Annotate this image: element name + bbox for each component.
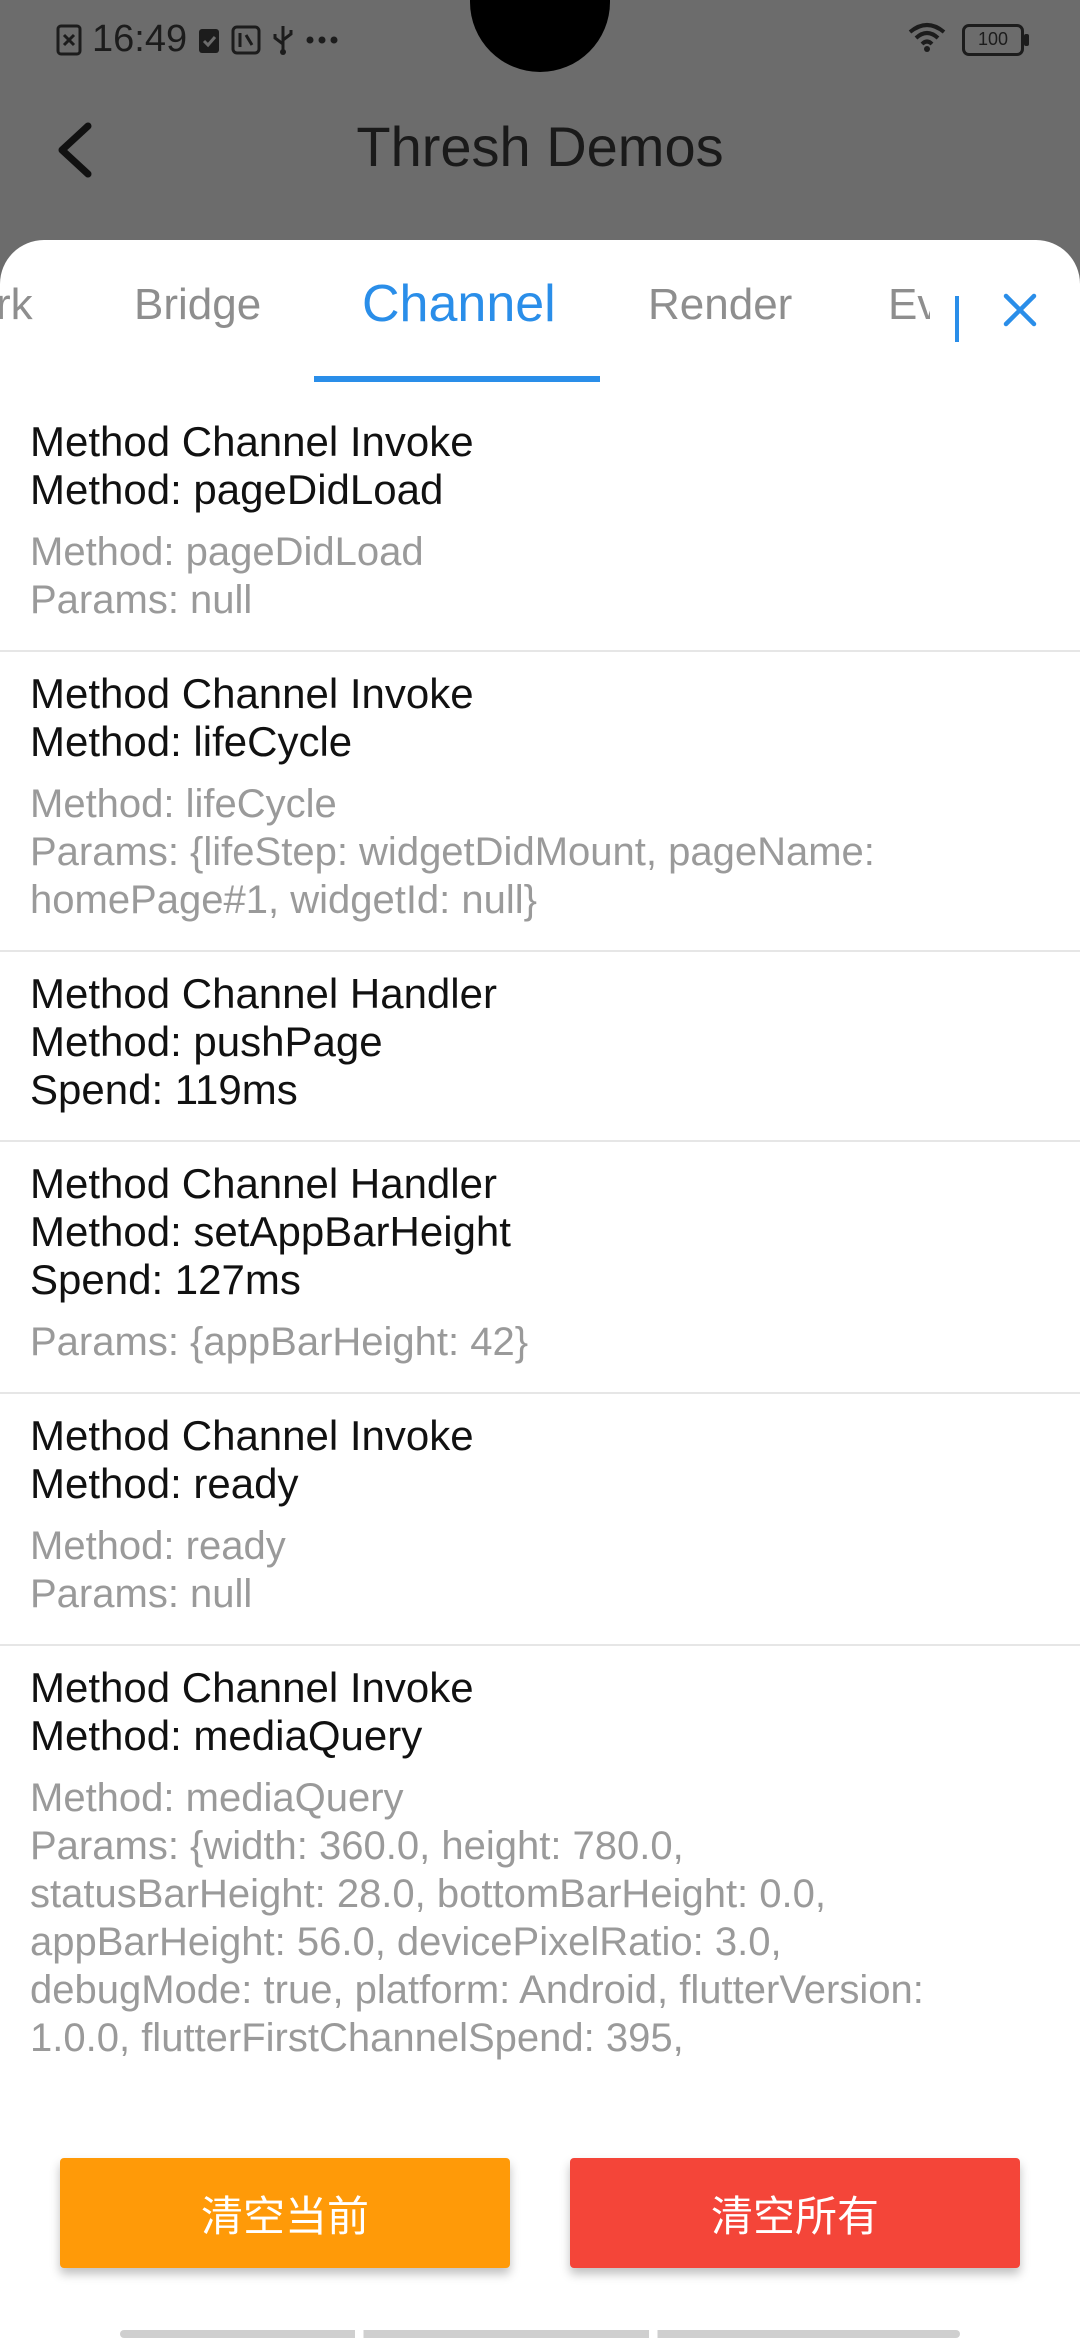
log-detail: Params: {appBarHeight: 42}	[30, 1320, 529, 1364]
log-detail: Method: pageDidLoad Params: null	[30, 530, 424, 622]
tab-channel[interactable]: Channel	[362, 274, 556, 334]
bottom-actions: 清空当前 清空所有	[0, 2140, 1080, 2340]
log-detail: Method: lifeCycle Params: {lifeStep: wid…	[30, 782, 875, 922]
camera-notch	[470, 0, 610, 72]
close-icon	[1003, 293, 1037, 327]
tab-indicator	[314, 376, 600, 382]
clear-all-button[interactable]: 清空所有	[570, 2158, 1020, 2268]
tab-bar: rk Bridge Channel Render Ev	[0, 240, 1080, 384]
log-title: Method Channel Handler Method: setAppBar…	[30, 1160, 511, 1303]
tab-bridge[interactable]: Bridge	[134, 280, 261, 330]
app-bar: Thresh Demos	[0, 84, 1080, 252]
wifi-icon	[908, 22, 946, 57]
debug-panel-sheet: rk Bridge Channel Render Ev Method Chann…	[0, 240, 1080, 2340]
clear-current-button[interactable]: 清空当前	[60, 2158, 510, 2268]
status-right: 100	[908, 22, 1029, 57]
status-left: 16:49	[56, 18, 339, 61]
close-button[interactable]	[996, 286, 1044, 334]
list-item[interactable]: Method Channel Invoke Method: mediaQuery…	[0, 1646, 1080, 2088]
list-item[interactable]: Method Channel Invoke Method: pageDidLoa…	[0, 400, 1080, 652]
list-item[interactable]: Method Channel Handler Method: setAppBar…	[0, 1142, 1080, 1394]
log-title: Method Channel Invoke Method: ready	[30, 1412, 474, 1507]
battery-icon: 100	[962, 23, 1029, 56]
more-icon	[305, 35, 339, 45]
debug-icon	[231, 25, 261, 55]
tab-divider	[955, 296, 959, 342]
page-title: Thresh Demos	[356, 115, 724, 178]
usb-icon	[271, 24, 295, 56]
list-item[interactable]: Method Channel Handler Method: pushPage …	[0, 952, 1080, 1142]
log-title: Method Channel Invoke Method: mediaQuery	[30, 1664, 474, 1759]
status-time: 16:49	[92, 18, 188, 60]
tab-event[interactable]: Ev	[888, 280, 930, 330]
log-detail: Method: mediaQuery Params: {width: 360.0…	[30, 1776, 924, 2060]
log-title: Method Channel Handler Method: pushPage …	[30, 970, 497, 1113]
sim-off-icon	[56, 24, 82, 56]
clipboard-icon	[197, 25, 221, 55]
list-item[interactable]: Method Channel Invoke Method: ready Meth…	[0, 1394, 1080, 1646]
tab-render[interactable]: Render	[648, 280, 792, 330]
log-list[interactable]: Method Channel Invoke Method: pageDidLoa…	[0, 400, 1080, 2324]
navigation-handle[interactable]	[120, 2330, 960, 2338]
tab-network[interactable]: rk	[0, 280, 33, 330]
log-title: Method Channel Invoke Method: pageDidLoa…	[30, 418, 474, 513]
log-detail: Method: ready Params: null	[30, 1524, 286, 1616]
list-item[interactable]: Method Channel Invoke Method: lifeCycle …	[0, 652, 1080, 952]
battery-level: 100	[977, 29, 1009, 49]
log-title: Method Channel Invoke Method: lifeCycle	[30, 670, 474, 765]
status-bar: 16:49 100	[0, 0, 1080, 84]
